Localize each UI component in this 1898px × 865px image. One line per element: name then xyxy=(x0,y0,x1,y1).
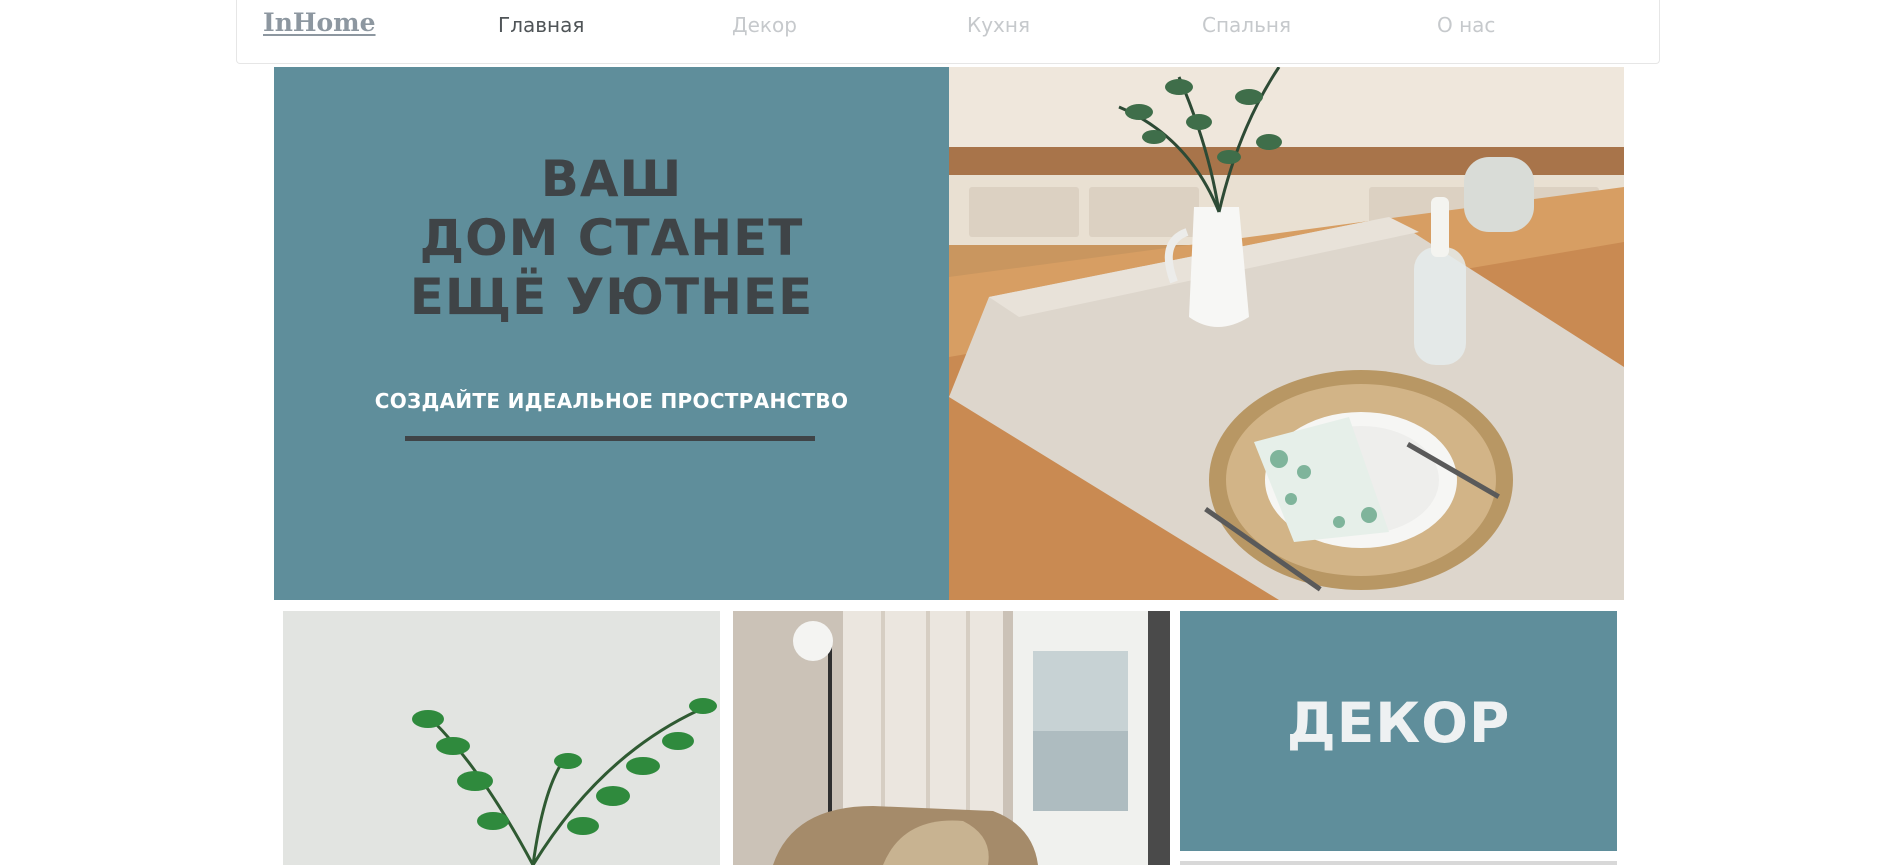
hero-title: ВАШ ДОМ СТАНЕТ ЕЩЁ УЮТНЕЕ xyxy=(274,150,949,327)
tile-plant-image[interactable] xyxy=(283,611,720,865)
hero-kitchen-table-image xyxy=(949,67,1624,600)
hero-title-line: ВАШ xyxy=(540,150,683,208)
nav-link-decor[interactable]: Декор xyxy=(732,13,797,37)
top-navbar: InHome Главная Декор Кухня Спальня О нас xyxy=(236,0,1660,64)
hero-cta-link[interactable]: СОЗДАЙТЕ ИДЕАЛЬНОЕ ПРОСТРАНСТВО xyxy=(274,389,949,413)
nav-link-bedroom[interactable]: Спальня xyxy=(1202,13,1291,37)
nav-link-about[interactable]: О нас xyxy=(1437,13,1495,37)
logo-link[interactable]: InHome xyxy=(263,8,376,37)
hero-cta-underline xyxy=(405,436,815,441)
nav-link-home[interactable]: Главная xyxy=(498,13,584,37)
hero-title-line: ЕЩЁ УЮТНЕЕ xyxy=(409,268,814,326)
next-tile-edge xyxy=(1180,861,1617,865)
tile-bedroom-image[interactable] xyxy=(733,611,1170,865)
hero-title-line: ДОМ СТАНЕТ xyxy=(419,209,804,267)
nav-link-kitchen[interactable]: Кухня xyxy=(967,13,1030,37)
tile-decor-title: ДЕКОР xyxy=(1286,691,1511,755)
tile-decor[interactable]: ДЕКОР xyxy=(1180,611,1617,851)
hero-panel: ВАШ ДОМ СТАНЕТ ЕЩЁ УЮТНЕЕ СОЗДАЙТЕ ИДЕАЛ… xyxy=(274,67,949,600)
